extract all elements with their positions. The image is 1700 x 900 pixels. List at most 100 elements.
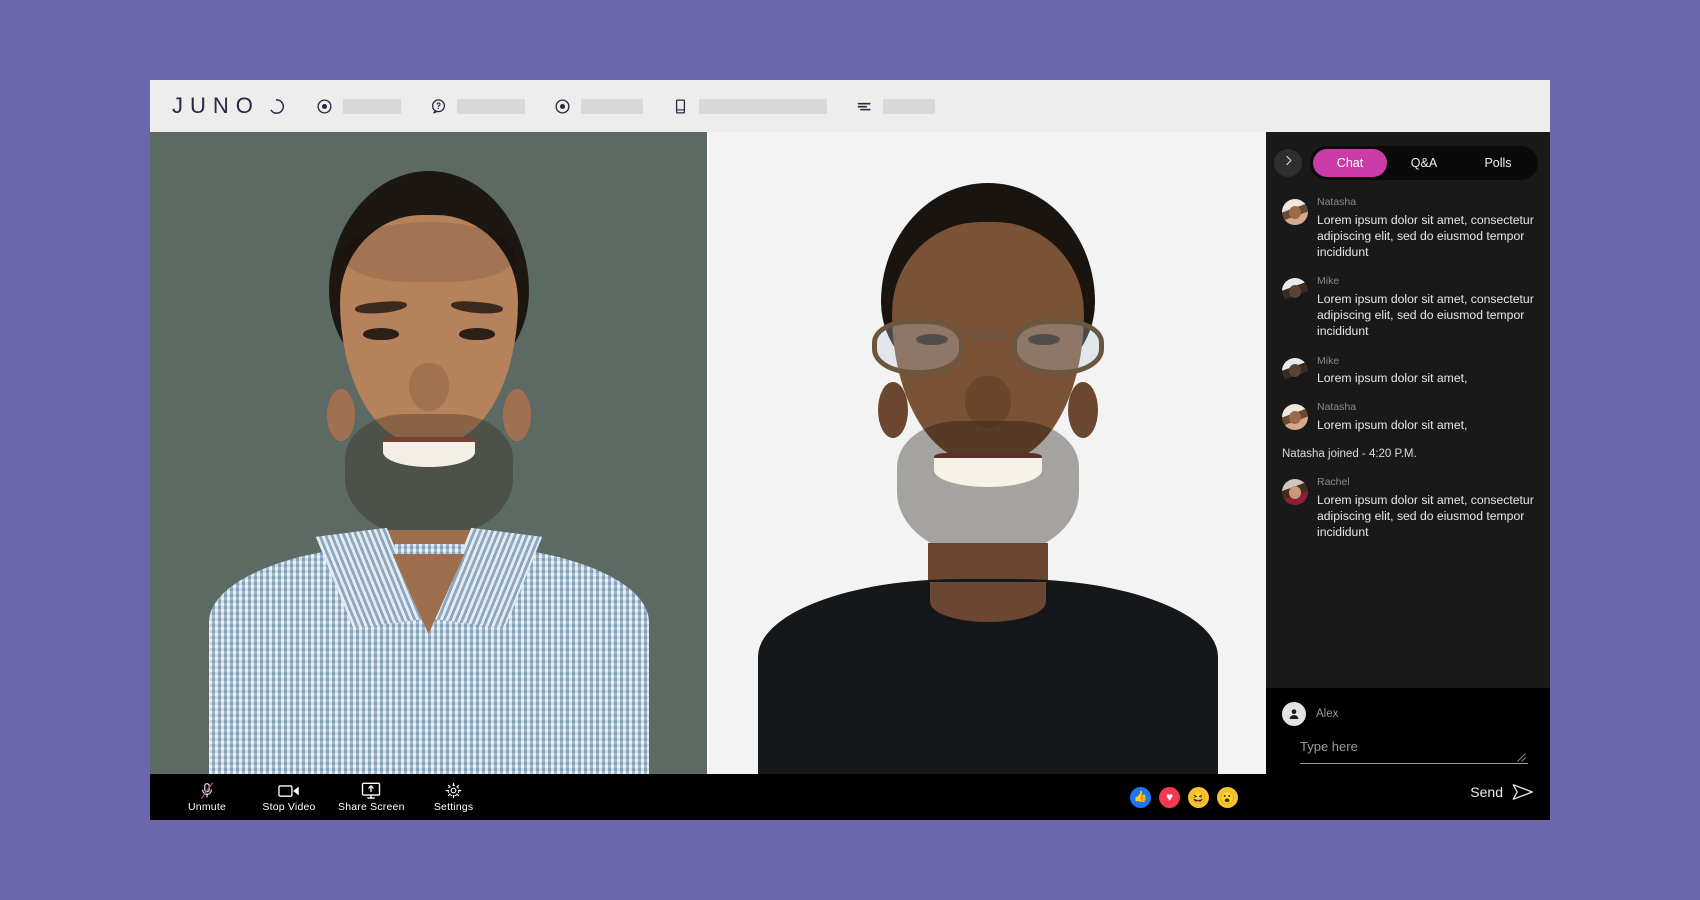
chat-message: Mike Lorem ipsum dolor sit amet, consect…: [1282, 275, 1536, 339]
chevron-right-icon: [1282, 154, 1295, 172]
stop-video-button[interactable]: Stop Video: [250, 779, 328, 815]
chat-message-text: Lorem ipsum dolor sit amet,: [1317, 371, 1468, 386]
avatar: [1282, 479, 1308, 506]
user-icon: [1289, 709, 1299, 719]
send-paper-plane-icon[interactable]: [1512, 783, 1534, 801]
avatar: [1282, 199, 1308, 225]
app-body: Unmute Stop Video Share Screen Settings …: [150, 132, 1550, 820]
nav-label-placeholder: [698, 98, 827, 114]
video-tile-participant-one[interactable]: [150, 132, 707, 774]
logo-text: JUNO: [172, 93, 260, 118]
avatar: [1282, 278, 1308, 305]
forehead-shadow: [343, 221, 514, 282]
juno-meeting-window: JUNO Unmute Stop Video Share Screen Sett…: [150, 80, 1550, 820]
chat-message-author: Natasha: [1317, 196, 1357, 208]
chat-message-body: Mike Lorem ipsum dolor sit amet, consect…: [1317, 275, 1536, 339]
chat-input[interactable]: [1300, 738, 1528, 764]
chat-message-author: Mike: [1317, 275, 1340, 288]
reaction-bar: 👍 ♥ 😆 😮: [1130, 786, 1238, 808]
share-screen-label: Share Screen: [338, 801, 405, 814]
eyeglasses: [871, 315, 1104, 377]
composer-user: Alex: [1282, 702, 1534, 726]
mouth: [933, 453, 1042, 487]
unmute-button[interactable]: Unmute: [168, 779, 246, 815]
glasses-bridge: [967, 332, 1008, 338]
gear-icon: [445, 781, 462, 800]
tab-polls[interactable]: Polls: [1461, 149, 1535, 177]
video-grid: [150, 132, 1266, 774]
laughing-icon: 😆: [1190, 789, 1207, 805]
mouth: [382, 436, 475, 467]
nav-label-placeholder: [882, 98, 935, 114]
nav-item-help[interactable]: [429, 97, 525, 116]
book-icon: [671, 97, 690, 116]
share-screen-button[interactable]: Share Screen: [332, 779, 411, 815]
eye-left: [362, 327, 399, 340]
tab-chat-label: Chat: [1336, 156, 1364, 170]
settings-label: Settings: [433, 801, 474, 814]
settings-button[interactable]: Settings: [415, 779, 493, 815]
chat-system-note: Natasha joined - 4:20 P.M.: [1282, 448, 1417, 461]
chat-message-text: Lorem ipsum dolor sit amet,: [1317, 417, 1468, 432]
stop-video-label: Stop Video: [262, 801, 316, 814]
chat-message: Natasha Lorem ipsum dolor sit amet, cons…: [1282, 196, 1536, 260]
nav-item-record-2[interactable]: [553, 97, 643, 116]
nav-item-filter[interactable]: [855, 97, 935, 116]
nav-label-placeholder: [342, 98, 401, 114]
reaction-thumbs-up-button[interactable]: 👍: [1130, 786, 1151, 808]
lens-left: [871, 318, 964, 375]
participant-one-portrait: [150, 132, 707, 774]
nav-label-placeholder: [456, 98, 525, 114]
tab-chat[interactable]: Chat: [1313, 149, 1387, 177]
composer-user-name: Alex: [1316, 708, 1339, 720]
chat-message-body: Natasha Lorem ipsum dolor sit amet,: [1317, 401, 1536, 433]
chat-message: Natasha Lorem ipsum dolor sit amet,: [1282, 401, 1536, 433]
collapse-panel-button[interactable]: [1274, 149, 1302, 177]
send-button[interactable]: Send: [1470, 784, 1503, 800]
record-dot-icon: [315, 97, 334, 116]
reaction-heart-button[interactable]: ♥: [1159, 786, 1180, 808]
video-stage: Unmute Stop Video Share Screen Settings …: [150, 132, 1266, 820]
chat-tabs: Chat Q&A Polls: [1310, 146, 1538, 180]
reaction-laughing-button[interactable]: 😆: [1188, 786, 1209, 808]
composer-actions: Send: [1282, 783, 1534, 801]
beard: [344, 414, 513, 539]
lens-right: [1011, 318, 1104, 375]
ear-right: [1067, 382, 1098, 439]
meeting-toolbar: Unmute Stop Video Share Screen Settings …: [150, 774, 1266, 820]
ear-left: [326, 388, 355, 441]
logo-arc-icon: [270, 98, 284, 114]
surprised-icon: 😮: [1219, 789, 1236, 805]
unmute-label: Unmute: [188, 801, 226, 814]
nav-item-library[interactable]: [671, 97, 827, 116]
chat-message-text: Lorem ipsum dolor sit amet, consectetur …: [1317, 212, 1534, 260]
reaction-surprised-button[interactable]: 😮: [1217, 786, 1238, 808]
tab-polls-label: Polls: [1484, 156, 1512, 170]
microphone-muted-icon: [199, 781, 215, 800]
tab-qa-label: Q&A: [1410, 156, 1438, 170]
chat-message-text: Lorem ipsum dolor sit amet, consectetur …: [1317, 492, 1534, 540]
chat-message-body: Mike Lorem ipsum dolor sit amet,: [1317, 355, 1536, 387]
chat-message-author: Mike: [1317, 354, 1340, 367]
chat-header: Chat Q&A Polls: [1266, 132, 1550, 190]
share-screen-icon: [361, 781, 381, 800]
juno-logo[interactable]: JUNO: [172, 95, 285, 117]
chat-message-body: Rachel Lorem ipsum dolor sit amet, conse…: [1317, 476, 1536, 540]
app-header: JUNO: [150, 80, 1550, 132]
avatar: [1282, 357, 1308, 384]
chat-message-author: Natasha: [1317, 401, 1357, 414]
nav-label-placeholder: [580, 98, 643, 114]
eye-right: [458, 327, 495, 340]
video-tile-participant-two[interactable]: [709, 132, 1266, 774]
filter-lines-icon: [855, 97, 874, 116]
meeting-controls: Unmute Stop Video Share Screen Settings: [168, 779, 493, 815]
avatar: [1282, 702, 1306, 726]
thumbs-up-icon: 👍: [1133, 790, 1148, 803]
tab-qa[interactable]: Q&A: [1387, 149, 1461, 177]
chat-message-list[interactable]: Natasha Lorem ipsum dolor sit amet, cons…: [1266, 190, 1550, 688]
nav-item-record-1[interactable]: [315, 97, 401, 116]
chat-panel: Chat Q&A Polls Natasha Lorem ipsum dolor: [1266, 132, 1550, 820]
chat-message: Mike Lorem ipsum dolor sit amet,: [1282, 355, 1536, 387]
chat-message-body: Natasha Lorem ipsum dolor sit amet, cons…: [1317, 196, 1536, 260]
tshirt-collar: [929, 582, 1046, 622]
